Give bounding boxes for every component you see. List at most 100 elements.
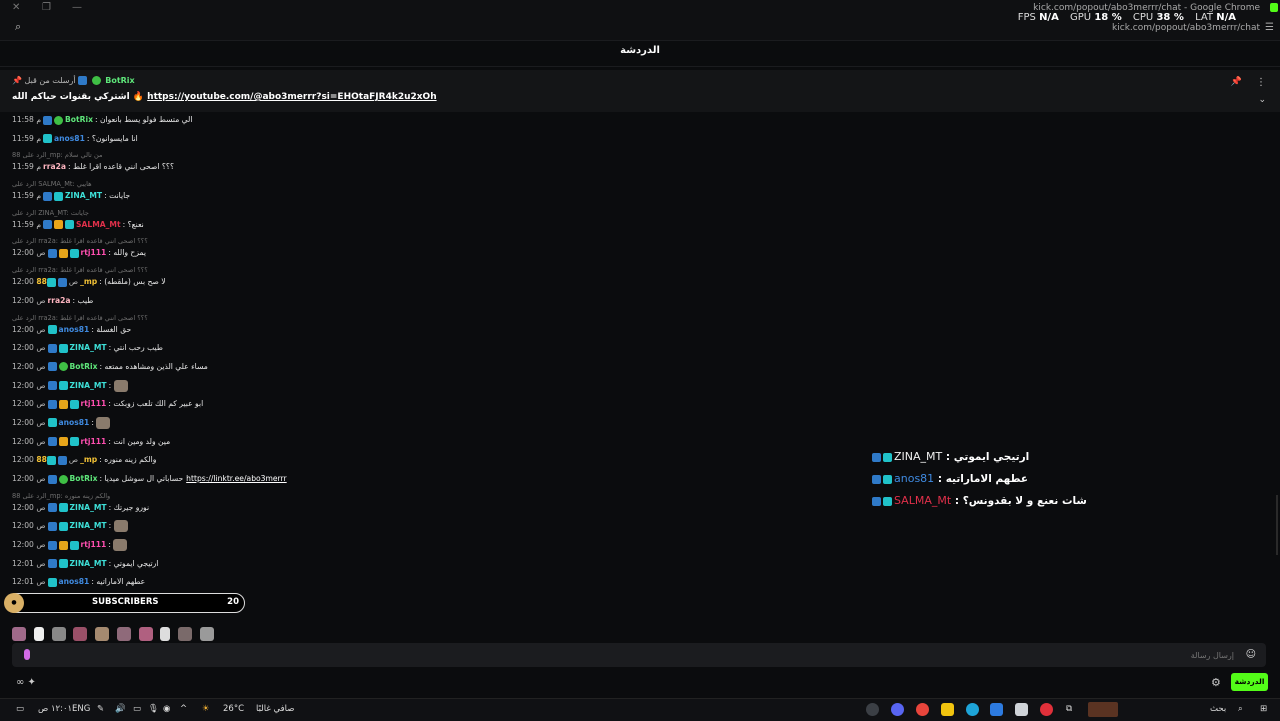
chat-message[interactable]: 12:00 ص rtj111: مين ولد ومين انت xyxy=(12,435,572,454)
message-username[interactable]: ZINA_MT xyxy=(70,521,107,530)
chat-message[interactable]: 12:00 ص rra2a: طيب xyxy=(12,294,572,313)
message-username[interactable]: ZINA_MT xyxy=(70,381,107,390)
task-view-icon[interactable]: ⧉ xyxy=(1066,704,1072,714)
message-username[interactable]: anos81 xyxy=(54,134,85,143)
pinned-link[interactable]: https://youtube.com/@abo3merrr?si=EHOtaF… xyxy=(147,92,436,102)
chat-message[interactable]: 12:00 ص88_mp: والكم زينه منوره xyxy=(12,453,572,472)
emote-icon[interactable] xyxy=(138,626,153,641)
volume-icon[interactable]: 🔊 xyxy=(115,704,126,714)
message-username[interactable]: rtj111 xyxy=(81,540,107,549)
emoji-icon[interactable]: ☺ xyxy=(1246,649,1256,660)
emote-icon[interactable] xyxy=(178,626,193,641)
message-username[interactable]: rra2a xyxy=(43,162,66,171)
address-bar[interactable]: kick.com/popout/abo3merrr/chat xyxy=(1112,23,1260,33)
search-icon[interactable]: ⌕ xyxy=(1238,704,1243,714)
microphone-icon[interactable] xyxy=(24,649,30,660)
chat-message[interactable]: 12:00 ص rtj111: xyxy=(12,538,572,557)
chat-input-box[interactable]: ☺ xyxy=(12,643,1266,667)
chevron-down-icon[interactable]: ⌄ xyxy=(1258,95,1266,105)
taskbar-clock[interactable]: ١٢:٠١ ص xyxy=(38,704,72,714)
chat-message[interactable]: 12:00 ص rtj111: يمزح والله xyxy=(12,246,572,265)
chat-message[interactable]: 12:00 ص BotRix: حساباتي ال سوشل ميديا http… xyxy=(12,472,572,491)
chat-message[interactable]: 11:58 م BotRix: الي متسط فولو يسط بانعوان xyxy=(12,113,572,132)
obs-icon[interactable] xyxy=(866,703,879,716)
chat-message[interactable]: 12:00 ص ZINA_MT: xyxy=(12,379,572,398)
chat-message[interactable]: 12:00 ص ZINA_MT: xyxy=(12,519,572,538)
message-username[interactable]: ZINA_MT xyxy=(70,559,107,568)
emote-icon[interactable] xyxy=(51,626,66,641)
chrome-icon[interactable] xyxy=(916,703,929,716)
message-username[interactable]: ZINA_MT xyxy=(65,191,102,200)
chat-message[interactable]: 11:59 م SALMA_Mt: نعنع؟ xyxy=(12,218,572,237)
chat-message[interactable]: 11:59 م anos81: انا مايسوانون؟ xyxy=(12,132,572,151)
message-username[interactable]: ZINA_MT xyxy=(70,503,107,512)
message-username[interactable]: rtj111 xyxy=(81,399,107,408)
weather-text[interactable]: صافي غالبًا xyxy=(256,704,294,714)
subscribers-goal-bar[interactable]: ● SUBSCRIBERS 20 xyxy=(4,593,245,613)
message-username[interactable]: anos81 xyxy=(59,325,90,334)
weather-temp[interactable]: 26°C xyxy=(223,704,244,714)
chat-input[interactable] xyxy=(1032,650,1236,661)
mic-tray-icon[interactable]: 🎙 xyxy=(148,704,159,714)
chat-tools-icon[interactable]: ∞ ✦ xyxy=(16,677,36,688)
message-username[interactable]: SALMA_Mt xyxy=(76,220,121,229)
record-icon[interactable]: ◉ xyxy=(163,704,170,714)
message-username[interactable]: BotRix xyxy=(70,362,98,371)
emote-icon[interactable] xyxy=(95,626,110,641)
chat-message[interactable]: 12:00 ص88_mp: لا صح بس (ملقطه) xyxy=(12,275,572,294)
network-icon[interactable]: ▭ xyxy=(133,704,141,714)
message-username[interactable]: anos81 xyxy=(59,418,90,427)
emote-icon[interactable] xyxy=(116,626,131,641)
active-app-thumbnail[interactable] xyxy=(1088,702,1118,717)
settings-gear-icon[interactable]: ⚙ xyxy=(1211,676,1221,689)
chat-message[interactable]: 11:59 م rra2a: ؟؟؟ اصحى انني قاعده اقرا غ… xyxy=(12,160,572,179)
message-username[interactable]: rtj111 xyxy=(81,437,107,446)
close-window-icon[interactable]: ✕ xyxy=(12,2,20,13)
more-options-icon[interactable]: ⋮ xyxy=(1256,77,1266,88)
chat-message[interactable]: 12:01 ص ZINA_MT: ارتيجي ايموتي xyxy=(12,557,572,576)
badge-icon xyxy=(47,418,57,428)
hand-emote-icon[interactable] xyxy=(160,626,171,641)
emote-icon[interactable] xyxy=(12,626,26,641)
chat-message[interactable]: 12:00 ص anos81: حق الغسلة xyxy=(12,323,572,342)
message-username[interactable]: anos81 xyxy=(59,577,90,586)
message-link[interactable]: https://linktr.ee/abo3merrr xyxy=(186,474,287,483)
send-chat-button[interactable]: الدردشة xyxy=(1231,673,1268,691)
chat-message[interactable]: 12:00 ص ZINA_MT: طيب رحب انتي xyxy=(12,341,572,360)
chat-message[interactable]: 12:01 ص anos81: عطهم الاماراتيه xyxy=(12,575,572,594)
zoom-icon[interactable]: ⌕ xyxy=(15,20,21,34)
message-username[interactable]: ZINA_MT xyxy=(70,343,107,352)
badge-icon xyxy=(47,521,57,531)
message-username[interactable]: rtj111 xyxy=(81,248,107,257)
discord-icon[interactable] xyxy=(891,703,904,716)
show-desktop-icon[interactable]: ▭ xyxy=(16,704,24,714)
file-explorer-icon[interactable] xyxy=(941,703,954,716)
pinned-username: BotRix xyxy=(105,76,135,85)
pen-icon[interactable]: ✎ xyxy=(97,704,104,714)
chat-message[interactable]: 12:00 ص ZINA_MT: نورو جيرتك xyxy=(12,501,572,520)
overlay-text: ارتيجي ايموتي xyxy=(953,451,1030,463)
store-icon[interactable] xyxy=(1015,703,1028,716)
emote-icon[interactable] xyxy=(200,626,215,641)
scrollbar[interactable] xyxy=(1276,495,1278,555)
edge-icon[interactable] xyxy=(966,703,979,716)
pin-icon[interactable]: 📌 xyxy=(1231,77,1242,87)
app-icon[interactable] xyxy=(990,703,1003,716)
menu-icon[interactable]: ☰ xyxy=(1265,22,1274,33)
chat-message[interactable]: 12:00 ص BotRix: مساء علي الذين ومشاهده مم… xyxy=(12,360,572,379)
message-username[interactable]: rra2a xyxy=(48,296,71,305)
search-label[interactable]: بحث xyxy=(1210,704,1226,714)
minimize-window-icon[interactable]: — xyxy=(72,2,82,13)
chat-message[interactable]: 11:59 م ZINA_MT: جايانت xyxy=(12,189,572,208)
message-username[interactable]: BotRix xyxy=(65,115,93,124)
start-icon[interactable]: ⊞ xyxy=(1260,704,1267,714)
chat-message[interactable]: 12:00 ص anos81: xyxy=(12,416,572,435)
message-username[interactable]: BotRix xyxy=(70,474,98,483)
app-red-icon[interactable] xyxy=(1040,703,1053,716)
chat-message[interactable]: 12:00 ص rtj111: ابو عبير كم الك تلعب زوبك… xyxy=(12,397,572,416)
language-indicator[interactable]: ENG xyxy=(72,704,90,714)
tray-expand-icon[interactable]: ^ xyxy=(180,704,187,714)
emote-icon[interactable] xyxy=(73,626,88,641)
crown-emote-icon[interactable] xyxy=(33,626,44,641)
restore-window-icon[interactable]: ❐ xyxy=(42,2,51,13)
